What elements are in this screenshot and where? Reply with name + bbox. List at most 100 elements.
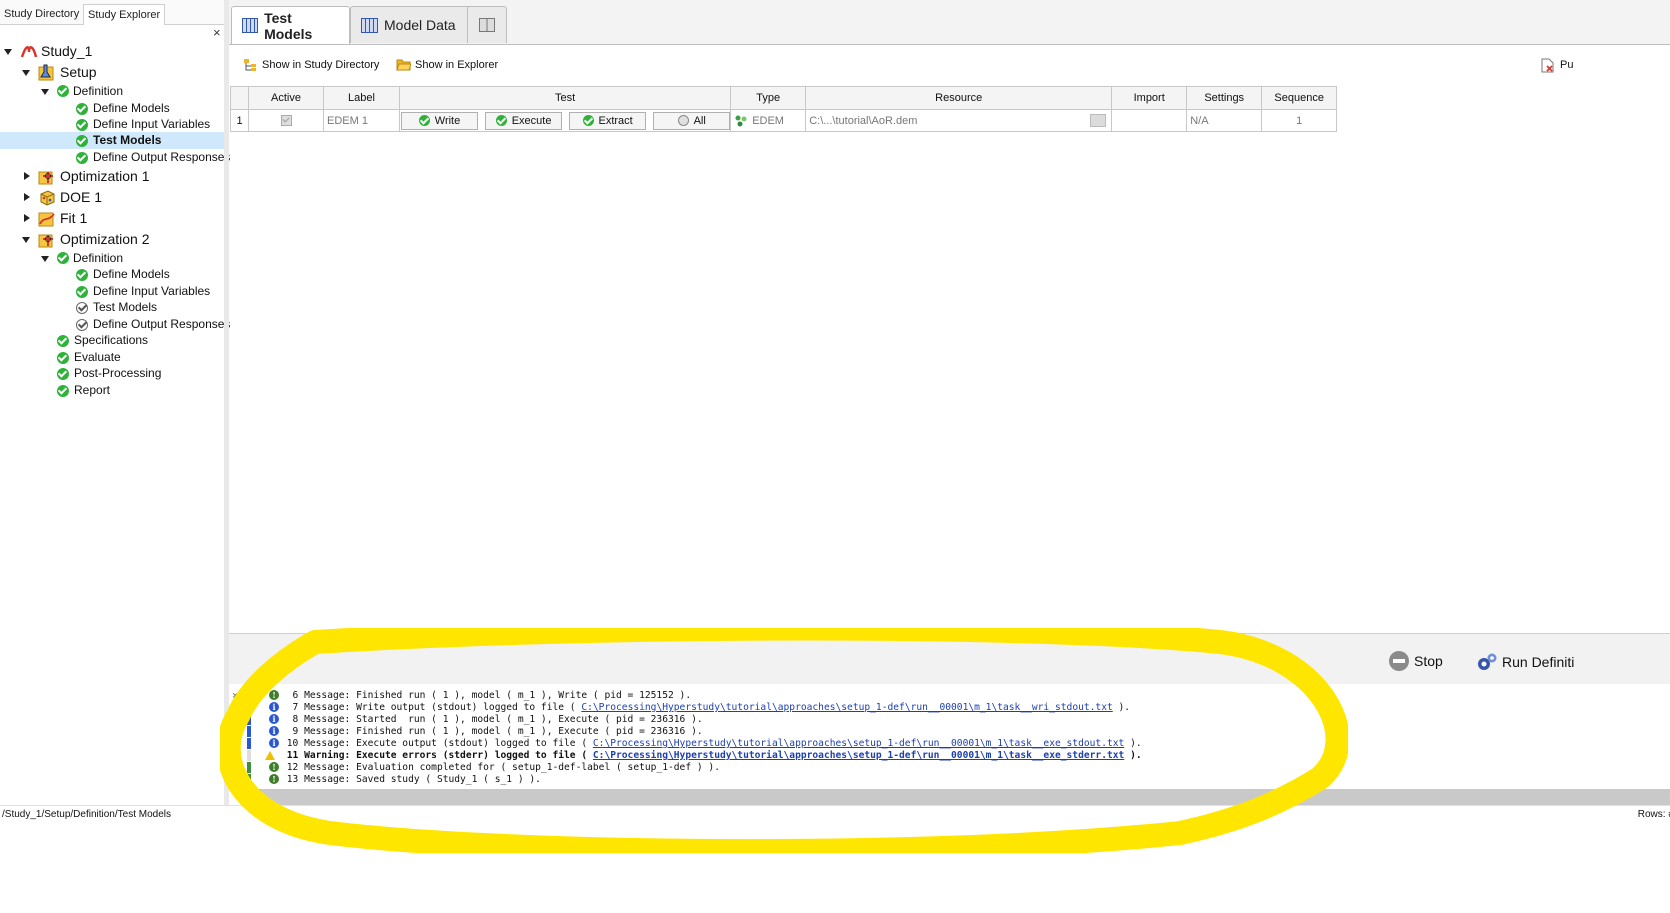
stop-button[interactable]: Stop (1389, 651, 1443, 671)
active-cell[interactable] (248, 109, 324, 132)
status-ok-icon (57, 351, 69, 364)
warning-icon (265, 751, 275, 760)
log-file-link[interactable]: C:\Processing\Hyperstudy\tutorial\approa… (581, 702, 1112, 713)
column-header-resource[interactable]: Resource (805, 86, 1113, 110)
settings-cell[interactable]: N/A (1186, 109, 1263, 132)
status-ok-icon (57, 334, 69, 347)
tree-item-specifications[interactable]: Specifications (57, 332, 148, 349)
tab-study-directory[interactable]: Study Directory (0, 4, 83, 24)
all-button[interactable]: All (653, 111, 731, 130)
browse-folder-icon[interactable] (1090, 114, 1107, 127)
scroll-left-icon[interactable]: ◂ (245, 789, 261, 805)
status-ok-icon (57, 252, 69, 264)
tree-item-test-models[interactable]: Test Models (76, 132, 161, 149)
status-path: /Study_1/Setup/Definition/Test Models (2, 809, 171, 820)
tree-item-report[interactable]: Report (57, 382, 110, 399)
status-pending-icon (76, 318, 88, 331)
message-line: 13 Message: Saved study ( Study_1 ( s_1 … (281, 774, 541, 785)
tree-item-define-input-variables[interactable]: Define Input Variables (76, 116, 210, 133)
label-cell[interactable]: EDEM 1 (323, 109, 400, 132)
tree-item-define-input-variables-2[interactable]: Define Input Variables (76, 283, 210, 300)
extract-button[interactable]: Extract (569, 111, 647, 130)
message-gutter-bar (247, 762, 251, 773)
tree-item-define-models[interactable]: Define Models (76, 100, 170, 117)
status-ok-icon (76, 134, 88, 147)
collapse-arrow-icon[interactable] (24, 172, 30, 180)
status-ok-icon (582, 115, 594, 126)
run-definition-button[interactable]: Run Definiti (1476, 651, 1574, 673)
sequence-cell[interactable]: 1 (1261, 109, 1338, 132)
show-in-explorer-button[interactable]: Show in Explorer (396, 58, 498, 71)
clear-messages-icon[interactable]: × (232, 690, 238, 702)
message-line: 10 Message: Execute output (stdout) logg… (281, 738, 1142, 749)
publish-button[interactable]: Pu (1541, 58, 1573, 73)
table-icon (361, 17, 378, 33)
column-header-settings[interactable]: Settings (1186, 86, 1263, 110)
tab-study-explorer[interactable]: Study Explorer (83, 4, 166, 25)
info-icon: i (269, 702, 279, 712)
expand-arrow-icon[interactable] (4, 49, 12, 55)
tree-item-post-processing[interactable]: Post-Processing (57, 365, 161, 382)
column-header-sequence[interactable]: Sequence (1261, 86, 1338, 110)
column-header-type[interactable]: Type (730, 86, 807, 110)
collapse-arrow-icon[interactable] (24, 193, 30, 201)
status-ok-icon (495, 115, 507, 126)
message-line: 9 Message: Finished run ( 1 ), model ( m… (281, 726, 703, 737)
edem-icon (734, 114, 748, 128)
doe-icon (38, 189, 56, 211)
status-ok-icon (57, 85, 69, 97)
message-line: 12 Message: Evaluation completed for ( s… (281, 762, 720, 773)
expand-arrow-icon[interactable] (41, 89, 49, 95)
import-cell[interactable] (1111, 109, 1188, 132)
status-rows: Rows: # ( (1637, 809, 1670, 820)
toolbar: Show in Study Directory Show in Explorer… (229, 45, 1670, 85)
row-number-header (230, 86, 249, 110)
message-ok-icon: ! (269, 690, 279, 700)
collapse-arrow-icon[interactable] (24, 214, 30, 222)
tree-item-define-output-responses-2[interactable]: Define Output Responses (76, 316, 230, 333)
column-header-label[interactable]: Label (323, 86, 400, 110)
run-all-icon (677, 115, 689, 126)
status-ok-icon (76, 118, 88, 131)
column-header-test[interactable]: Test (398, 86, 732, 110)
status-ok-icon (57, 367, 69, 380)
tree-item-define-output-responses[interactable]: Define Output Responses (76, 149, 230, 166)
log-file-link[interactable]: C:\Processing\Hyperstudy\tutorial\approa… (593, 738, 1124, 749)
layout-icon (479, 18, 495, 32)
write-button[interactable]: Write (401, 111, 478, 130)
status-ok-icon (76, 102, 88, 115)
tree-item-evaluate[interactable]: Evaluate (57, 349, 121, 366)
table-row: 1 EDEM 1 Write Execute Extract All EDEM … (230, 109, 1338, 132)
status-ok-icon (76, 285, 88, 298)
message-gutter-bar (247, 774, 251, 785)
tab-layout[interactable] (467, 6, 507, 43)
optimization-icon (38, 168, 56, 190)
info-icon: i (269, 738, 279, 748)
resource-cell[interactable]: C:\...\tutorial\AoR.dem (805, 109, 1113, 132)
column-header-import[interactable]: Import (1111, 86, 1188, 110)
message-line: 8 Message: Started run ( 1 ), model ( m_… (281, 714, 703, 725)
tree-item-define-models-2[interactable]: Define Models (76, 266, 170, 283)
active-checkbox[interactable] (280, 115, 292, 127)
gears-icon (1476, 651, 1498, 673)
type-cell[interactable]: EDEM (730, 109, 807, 132)
tree-item-test-models-2[interactable]: Test Models (76, 299, 157, 316)
message-line: 6 Message: Finished run ( 1 ), model ( m… (281, 690, 692, 701)
message-gutter-bar (247, 702, 251, 713)
log-file-link[interactable]: C:\Processing\Hyperstudy\tutorial\approa… (593, 750, 1124, 761)
optimization-icon (38, 231, 56, 253)
message-ok-icon: ! (269, 774, 279, 784)
setup-icon (38, 64, 56, 86)
column-header-active[interactable]: Active (248, 86, 324, 110)
status-bar: /Study_1/Setup/Definition/Test Models Ro… (0, 805, 1670, 824)
message-line: 11 Warning: Execute errors (stderr) logg… (281, 750, 1142, 761)
execute-button[interactable]: Execute (485, 111, 563, 130)
show-in-study-directory-button[interactable]: Show in Study Directory (243, 58, 379, 71)
expand-arrow-icon[interactable] (22, 237, 30, 243)
expand-arrow-icon[interactable] (22, 70, 30, 76)
run-bar: Stop Run Definiti (229, 633, 1670, 684)
horizontal-scrollbar[interactable] (245, 789, 1670, 805)
expand-arrow-icon[interactable] (41, 256, 49, 262)
tab-test-models[interactable]: Test Models (231, 6, 350, 44)
close-panel-icon[interactable]: × (213, 25, 221, 40)
